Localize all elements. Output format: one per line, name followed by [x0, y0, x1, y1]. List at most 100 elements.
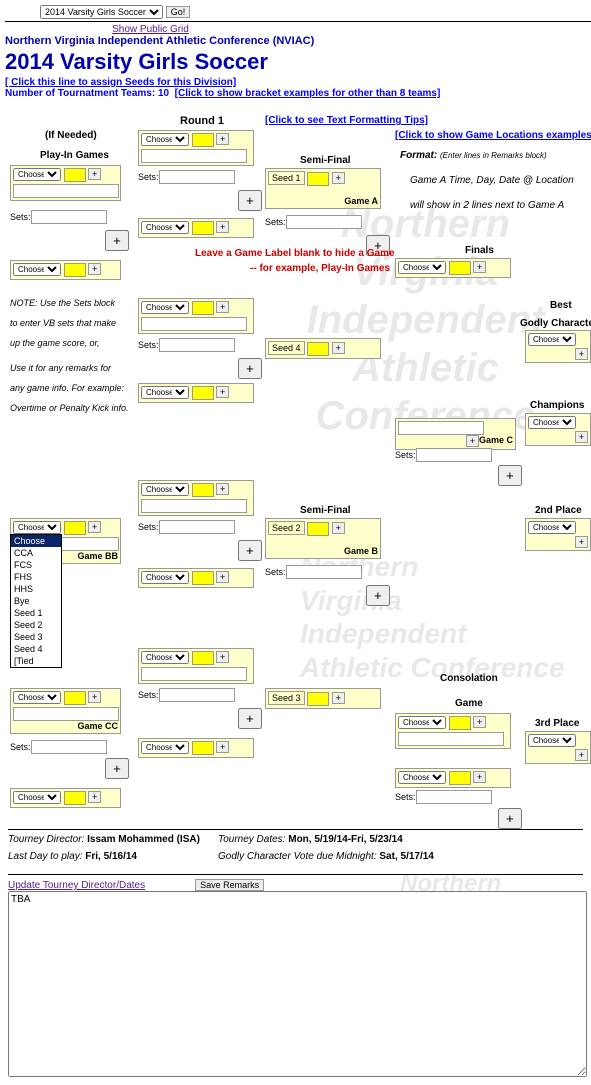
color-swatch[interactable] — [64, 521, 86, 535]
plus-button[interactable]: + — [88, 791, 101, 803]
plus-button[interactable]: + — [238, 190, 262, 211]
update-director-link[interactable]: Update Tourney Director/Dates — [8, 880, 145, 891]
dropdown-option[interactable]: Seed 2 — [11, 619, 61, 631]
color-swatch[interactable] — [307, 522, 329, 536]
plus-button[interactable]: + — [238, 358, 262, 379]
color-swatch[interactable] — [64, 263, 86, 277]
team-select[interactable]: Choose — [13, 168, 61, 181]
plus-button[interactable]: + — [216, 301, 229, 313]
color-swatch[interactable] — [192, 741, 214, 755]
team-input[interactable] — [13, 707, 119, 721]
plus-button[interactable]: + — [332, 342, 345, 354]
team-select[interactable]: Choose — [528, 521, 576, 534]
sets-input[interactable] — [159, 170, 235, 184]
dropdown-option[interactable]: FCS — [11, 559, 61, 571]
plus-button[interactable]: + — [473, 771, 486, 783]
sets-input[interactable] — [286, 565, 362, 579]
text-format-link[interactable]: [Click to see Text Formatting Tips] — [265, 115, 428, 126]
color-swatch[interactable] — [192, 301, 214, 315]
go-button[interactable]: Go! — [166, 6, 191, 18]
team-input[interactable] — [141, 499, 247, 513]
color-swatch[interactable] — [192, 386, 214, 400]
team-select[interactable]: Choose — [13, 691, 61, 704]
plus-button[interactable]: + — [498, 465, 522, 486]
plus-button[interactable]: + — [105, 230, 129, 251]
team-input[interactable] — [13, 184, 119, 198]
color-swatch[interactable] — [64, 691, 86, 705]
plus-button[interactable]: + — [473, 261, 486, 273]
team-select[interactable]: Choose — [398, 261, 446, 274]
color-swatch[interactable] — [192, 571, 214, 585]
sets-input[interactable] — [159, 338, 235, 352]
dropdown-option[interactable]: HHS — [11, 583, 61, 595]
plus-button[interactable]: + — [332, 172, 345, 184]
plus-button[interactable]: + — [332, 522, 345, 534]
sets-input[interactable] — [159, 520, 235, 534]
team-select[interactable]: Choose — [528, 333, 576, 346]
team-select[interactable]: Choose — [141, 571, 189, 584]
team-select[interactable]: Choose — [141, 133, 189, 146]
dropdown-option[interactable]: CCA — [11, 547, 61, 559]
bracket-examples-link[interactable]: [Click to show bracket examples for othe… — [175, 88, 441, 99]
save-remarks-button[interactable]: Save Remarks — [195, 879, 264, 891]
plus-button[interactable]: + — [332, 692, 345, 704]
team-select[interactable]: Choose — [13, 521, 61, 534]
color-swatch[interactable] — [192, 221, 214, 235]
plus-button[interactable]: + — [105, 758, 129, 779]
team-select[interactable]: Choose — [528, 416, 576, 429]
color-swatch[interactable] — [307, 172, 329, 186]
dropdown-option[interactable]: FHS — [11, 571, 61, 583]
sets-input[interactable] — [416, 790, 492, 804]
team-select[interactable]: Choose — [398, 716, 446, 729]
dropdown-option[interactable]: [Tied — [11, 655, 61, 667]
color-swatch[interactable] — [449, 716, 471, 730]
plus-button[interactable]: + — [216, 571, 229, 583]
sets-input[interactable] — [416, 448, 492, 462]
sets-input[interactable] — [31, 740, 107, 754]
remarks-textarea[interactable] — [8, 891, 587, 1077]
team-select[interactable]: Choose — [13, 263, 61, 276]
team-input[interactable] — [141, 317, 247, 331]
team-input[interactable] — [398, 732, 504, 746]
team-select[interactable]: Choose — [141, 741, 189, 754]
team-input[interactable] — [398, 421, 484, 435]
plus-button[interactable]: + — [216, 133, 229, 145]
team-select[interactable]: Choose — [13, 791, 61, 804]
team-input[interactable] — [141, 667, 247, 681]
plus-button[interactable]: + — [238, 708, 262, 729]
team-select[interactable]: Choose — [141, 221, 189, 234]
dropdown-option[interactable]: Seed 1 — [11, 607, 61, 619]
color-swatch[interactable] — [307, 342, 329, 356]
assign-seeds-link[interactable]: [ Click this line to assign Seeds for th… — [5, 77, 236, 88]
sets-input[interactable] — [286, 215, 362, 229]
color-swatch[interactable] — [64, 168, 86, 182]
team-select[interactable]: Choose — [141, 386, 189, 399]
plus-button[interactable]: + — [88, 263, 101, 275]
color-swatch[interactable] — [449, 261, 471, 275]
dropdown-option[interactable]: Bye — [11, 595, 61, 607]
plus-button[interactable]: + — [216, 651, 229, 663]
color-swatch[interactable] — [64, 791, 86, 805]
plus-button[interactable]: + — [216, 741, 229, 753]
plus-button[interactable]: + — [473, 716, 486, 728]
sets-input[interactable] — [31, 210, 107, 224]
color-swatch[interactable] — [192, 483, 214, 497]
team-select[interactable]: Choose — [141, 651, 189, 664]
plus-button[interactable]: + — [575, 348, 588, 360]
team-input[interactable] — [141, 149, 247, 163]
plus-button[interactable]: + — [575, 749, 588, 761]
color-swatch[interactable] — [192, 651, 214, 665]
plus-button[interactable]: + — [238, 540, 262, 561]
plus-button[interactable]: + — [575, 431, 588, 443]
plus-button[interactable]: + — [366, 585, 390, 606]
plus-button[interactable]: + — [216, 221, 229, 233]
team-select[interactable]: Choose — [141, 301, 189, 314]
team-dropdown-open[interactable]: Choose CCA FCS FHS HHS Bye Seed 1 Seed 2… — [10, 534, 62, 668]
plus-button[interactable]: + — [88, 691, 101, 703]
plus-button[interactable]: + — [88, 521, 101, 533]
plus-button[interactable]: + — [88, 168, 101, 180]
plus-button[interactable]: + — [216, 483, 229, 495]
plus-button[interactable]: + — [216, 386, 229, 398]
sets-input[interactable] — [159, 688, 235, 702]
game-locations-link[interactable]: [Click to show Game Locations examples] — [395, 130, 591, 141]
